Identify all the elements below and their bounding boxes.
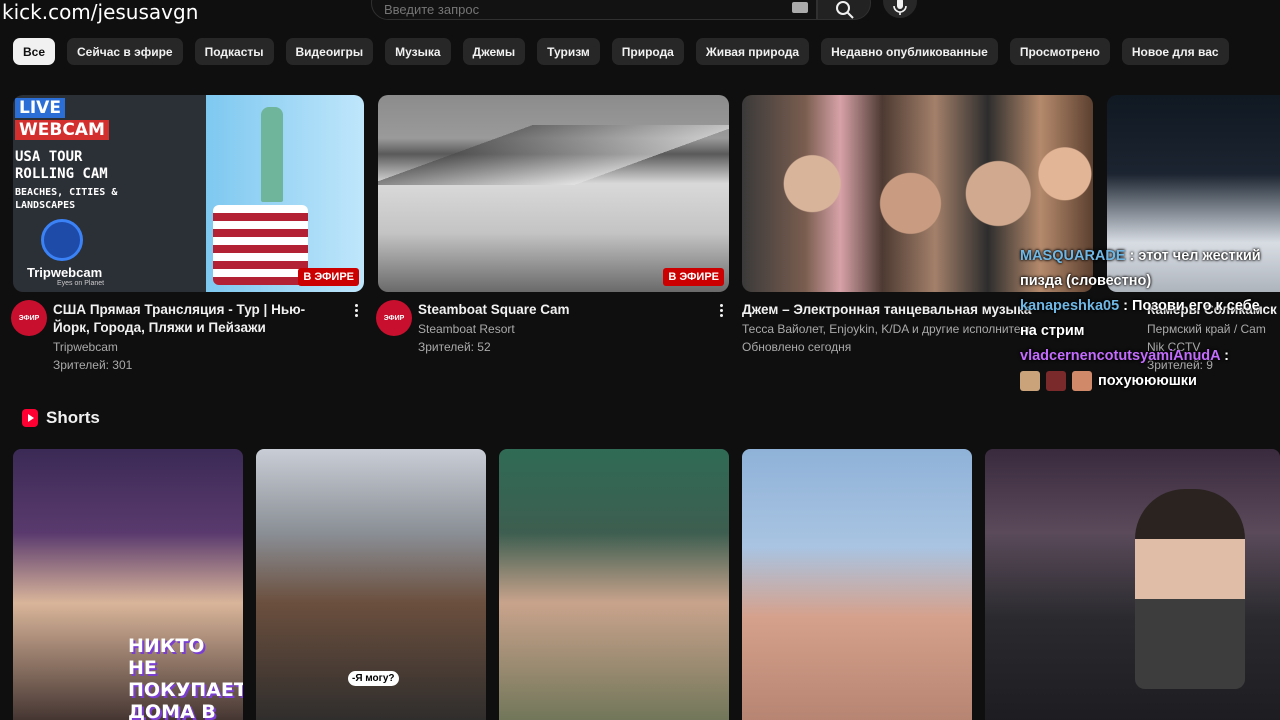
chip-wildlife[interactable]: Живая природа <box>695 38 810 65</box>
chip-podcasts[interactable]: Подкасты <box>194 38 274 65</box>
updated-label: Обновлено сегодня <box>742 340 852 354</box>
shorts-title: Shorts <box>46 408 100 427</box>
video-thumbnail[interactable]: LIVE WEBCAM USA TOUR ROLLING CAM BEACHES… <box>13 95 364 292</box>
shorts-icon <box>22 409 38 427</box>
statue-image <box>261 107 283 202</box>
stream-chat-overlay: MASQUARADE : этот чел жесткий пизда (сло… <box>1020 244 1270 394</box>
short-card[interactable]: -Я могу? <box>256 449 486 720</box>
chip-videogames[interactable]: Видеоигры <box>285 38 374 65</box>
channel-avatar[interactable]: ЭФИР <box>11 300 47 336</box>
chip-jams[interactable]: Джемы <box>462 38 526 65</box>
video-title[interactable]: Steamboat Square Cam <box>418 301 703 319</box>
more-options-icon[interactable] <box>350 302 362 320</box>
channel-name[interactable]: Тесса Вайолет, Enjoykin, K/DA и другие и… <box>742 322 1034 336</box>
chip-music[interactable]: Музыка <box>385 38 451 65</box>
thumb-line4: LANDSCAPES <box>15 200 76 211</box>
live-badge: В ЭФИРЕ <box>298 268 359 286</box>
short-card[interactable] <box>499 449 729 720</box>
viewer-count: Зрителей: 301 <box>53 358 133 372</box>
chip-watched[interactable]: Просмотрено <box>1009 38 1110 65</box>
search-input[interactable] <box>384 0 774 19</box>
emote-icon <box>1046 371 1066 392</box>
streamer-webcam <box>985 449 1280 720</box>
chip-live[interactable]: Сейчас в эфире <box>67 38 183 65</box>
chip-recently-uploaded[interactable]: Недавно опубликованные <box>821 38 998 65</box>
search-icon <box>836 1 854 19</box>
stream-url-overlay: kick.com/jesusavgn <box>2 0 199 24</box>
video-card[interactable]: В ЭФИРЕ ЭФИР Steamboat Square Cam Steamb… <box>376 95 729 380</box>
video-card[interactable]: LIVE WEBCAM USA TOUR ROLLING CAM BEACHES… <box>11 95 364 380</box>
thumb-live-tag: LIVE <box>15 98 65 118</box>
suitcase-image <box>213 205 308 285</box>
chat-text: похуюююшки <box>1098 373 1197 389</box>
chip-all[interactable]: Все <box>13 38 56 65</box>
voice-search-button[interactable] <box>883 0 917 18</box>
microphone-icon <box>893 0 907 15</box>
more-options-icon[interactable] <box>715 302 727 320</box>
chip-nature[interactable]: Природа <box>611 38 684 65</box>
channel-name[interactable]: Tripwebcam <box>53 340 118 354</box>
short-caption: НИКТО НЕ ПОКУПАЕТ ДОМА В США <box>128 635 243 720</box>
chat-message: kanapeshka05 : Позови его к себе на стри… <box>1020 298 1260 339</box>
short-card[interactable] <box>742 449 972 720</box>
video-title[interactable]: США Прямая Трансляция - Тур | Нью-Йорк, … <box>53 301 338 337</box>
globe-icon <box>41 219 83 261</box>
thumb-brand: WEBCAM <box>15 120 109 140</box>
chip-tourism[interactable]: Туризм <box>537 38 600 65</box>
chat-username: vladcernencotutsyamiAnudA <box>1020 348 1221 364</box>
live-badge: В ЭФИРЕ <box>663 268 724 286</box>
chat-username: kanapeshka05 <box>1020 298 1120 314</box>
search-box[interactable] <box>371 0 817 20</box>
chip-new-to-you[interactable]: Новое для вас <box>1121 38 1229 65</box>
short-caption: -Я могу? <box>348 671 399 686</box>
keyboard-icon[interactable] <box>792 2 808 13</box>
emote-icon <box>1020 371 1040 392</box>
thumb-slogan: Eyes on Planet <box>57 280 105 287</box>
mountain-image <box>378 125 729 185</box>
video-thumbnail[interactable]: В ЭФИРЕ <box>378 95 729 292</box>
channel-avatar[interactable]: ЭФИР <box>376 300 412 336</box>
thumb-line1: USA TOUR <box>15 149 83 165</box>
chat-message: vladcernencotutsyamiAnudA : похуюююшки <box>1020 344 1270 394</box>
channel-name[interactable]: Steamboat Resort <box>418 322 515 336</box>
shorts-header: Shorts <box>22 408 100 428</box>
streamer-image <box>1135 489 1245 689</box>
search-button[interactable] <box>817 0 871 20</box>
filter-chips-bar: Все Сейчас в эфире Подкасты Видеоигры Му… <box>13 38 1229 65</box>
thumb-line3: BEACHES, CITIES & <box>15 187 118 198</box>
chat-message: MASQUARADE : этот чел жесткий пизда (сло… <box>1020 248 1261 289</box>
short-card[interactable]: НИКТО НЕ ПОКУПАЕТ ДОМА В США <box>13 449 243 720</box>
chat-username: MASQUARADE <box>1020 248 1126 264</box>
thumb-logo: Tripwebcam <box>27 265 103 280</box>
emote-icon <box>1072 371 1092 392</box>
viewer-count: Зрителей: 52 <box>418 340 491 354</box>
thumb-line2: ROLLING CAM <box>15 166 108 182</box>
